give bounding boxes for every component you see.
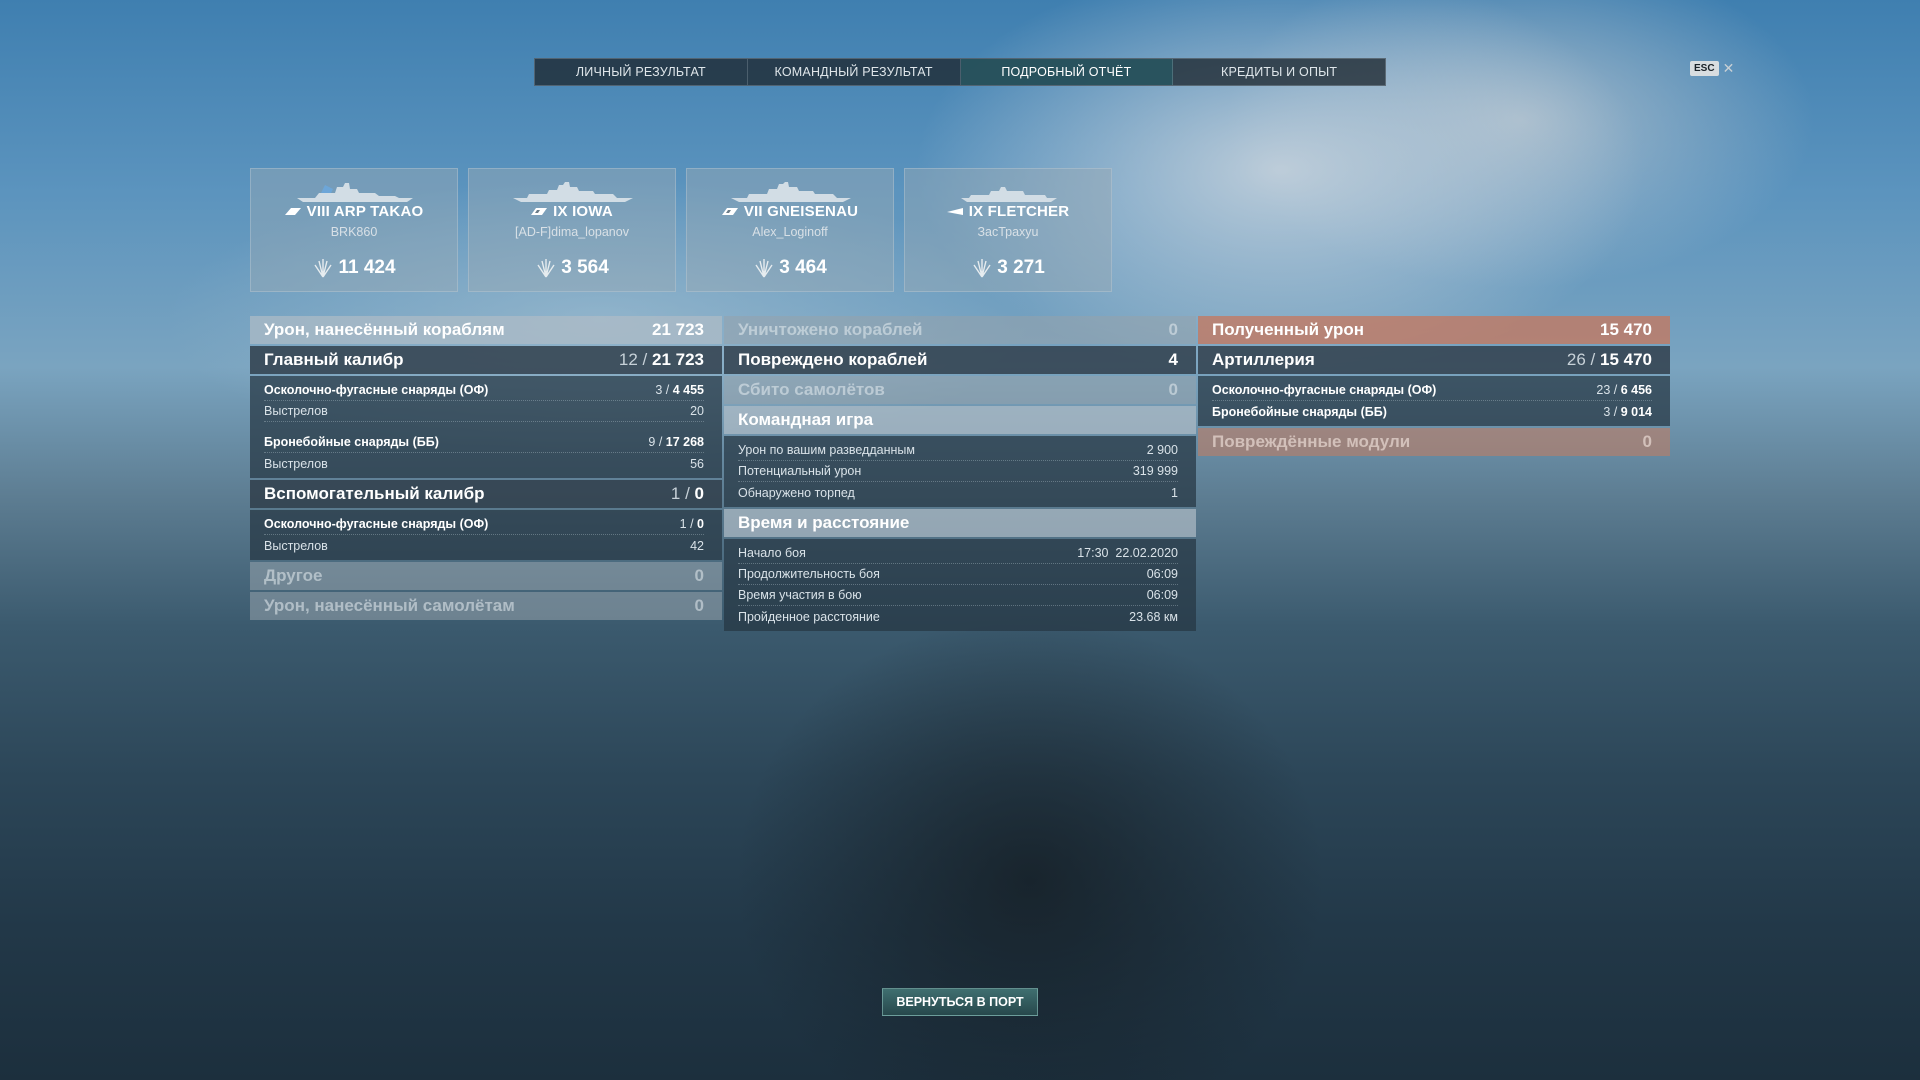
close-icon[interactable]: ✕: [1723, 60, 1735, 77]
torpedoes-spotted-row: Обнаружено торпед 1: [738, 485, 1178, 500]
battle-start-row: Начало боя 17:30 22.02.2020: [738, 543, 1178, 564]
ship-damage: 3 464: [687, 257, 893, 279]
ship-damage: 3 271: [905, 257, 1111, 279]
received-ap-row: Бронебойные снаряды (ББ) 3 / 9 014: [1212, 404, 1652, 419]
destroyed-ships-header: Уничтожено кораблей 0: [724, 316, 1196, 344]
plane-damage-header: Урон, нанесённый самолётам 0: [250, 592, 722, 620]
ship-name: VII GNEISENAU: [687, 203, 893, 220]
battleship-icon: [721, 208, 738, 215]
team-play-header: Командная игра: [724, 406, 1196, 434]
main-he-shots-row: Выстрелов 20: [264, 401, 704, 422]
damage-burst-icon: [755, 259, 773, 278]
cruiser-silhouette-icon: [297, 183, 413, 202]
destroyer-silhouette-icon: [961, 187, 1057, 202]
ship-name: IX IOWA: [469, 203, 675, 220]
ship-damage: 3 564: [469, 257, 675, 279]
report-tabs: ЛИЧНЫЙ РЕЗУЛЬТАТ КОМАНДНЫЙ РЕЗУЛЬТАТ ПОД…: [534, 58, 1386, 86]
tab-personal-result[interactable]: ЛИЧНЫЙ РЕЗУЛЬТАТ: [535, 59, 748, 85]
ship-damage-header: Урон, нанесённый кораблям 21 723: [250, 316, 722, 344]
player-name: ЗасТрахуu: [977, 225, 1039, 239]
received-he-row: Осколочно-фугасные снаряды (ОФ) 23 / 6 4…: [1212, 380, 1652, 401]
tab-detailed-report[interactable]: ПОДРОБНЫЙ ОТЧЁТ: [960, 59, 1174, 85]
damaged-modules-header: Повреждённые модули 0: [1198, 428, 1670, 456]
potential-damage-row: Потенциальный урон 319 999: [738, 461, 1178, 482]
sec-he-shots-row: Выстрелов 42: [264, 538, 704, 553]
main-battery-header: Главный калибр 12 / 21 723: [250, 346, 722, 374]
main-battery-details: Осколочно-фугасные снаряды (ОФ) 3 / 4 45…: [250, 376, 722, 478]
battleship-silhouette-icon: [513, 182, 633, 202]
participation-time-row: Время участия в бою 06:09: [738, 585, 1178, 606]
main-ap-shots-row: Выстрелов 56: [264, 456, 704, 471]
artillery-header: Артиллерия 26 / 15 470: [1198, 346, 1670, 374]
player-name: [AD-F]dima_lopanov: [515, 225, 629, 239]
planes-shot-down-header: Сбито самолётов 0: [724, 376, 1196, 404]
spotting-damage-row: Урон по вашим разведданным 2 900: [738, 440, 1178, 461]
battle-stats-panel: Уничтожено кораблей 0 Повреждено кораблей…: [724, 316, 1196, 633]
other-damage-header: Другое 0: [250, 562, 722, 590]
damage-received-panel: Полученный урон 15 470 Артиллерия 26 / 15…: [1198, 316, 1670, 458]
ship-name: IX FLETCHER: [905, 203, 1111, 220]
distance-row: Пройденное расстояние 23.68 км: [738, 609, 1178, 624]
artillery-details: Осколочно-фугасные снаряды (ОФ) 23 / 6 4…: [1198, 376, 1670, 426]
damaged-ships-row: VIII ARP TAKAO BRK860 11 424 IX IOWA [AD…: [250, 168, 1112, 292]
ship-card[interactable]: VIII ARP TAKAO BRK860 11 424: [250, 168, 458, 292]
damage-burst-icon: [314, 259, 333, 278]
main-ap-row: Бронебойные снаряды (ББ) 9 / 17 268: [264, 432, 704, 453]
damage-burst-icon: [973, 259, 991, 278]
tab-credits-xp[interactable]: КРЕДИТЫ И ОПЫТ: [1173, 59, 1385, 85]
ship-card[interactable]: VII GNEISENAU Alex_Loginoff 3 464: [686, 168, 894, 292]
team-play-details: Урон по вашим разведданным 2 900 Потенциа…: [724, 436, 1196, 507]
ship-card[interactable]: IX IOWA [AD-F]dima_lopanov 3 564: [468, 168, 676, 292]
ship-card[interactable]: IX FLETCHER ЗасТрахуu 3 271: [904, 168, 1112, 292]
sec-he-row: Осколочно-фугасные снаряды (ОФ) 1 / 0: [264, 514, 704, 535]
return-to-port-button[interactable]: ВЕРНУТЬСЯ В ПОРТ: [882, 988, 1038, 1016]
ship-damage: 11 424: [251, 257, 457, 279]
received-damage-header: Полученный урон 15 470: [1198, 316, 1670, 344]
secondary-battery-header: Вспомогательный калибр 1 / 0: [250, 480, 722, 508]
time-distance-header: Время и расстояние: [724, 509, 1196, 537]
destroyer-icon: [946, 208, 963, 215]
player-name: Alex_Loginoff: [752, 225, 828, 239]
damage-burst-icon: [537, 259, 555, 278]
cruiser-icon: [284, 208, 301, 215]
damaged-ships-header: Повреждено кораблей 4: [724, 346, 1196, 374]
main-he-row: Осколочно-фугасные снаряды (ОФ) 3 / 4 45…: [264, 380, 704, 401]
secondary-battery-details: Осколочно-фугасные снаряды (ОФ) 1 / 0 Вы…: [250, 510, 722, 560]
esc-close-button[interactable]: ESC ✕: [1690, 60, 1734, 77]
player-name: BRK860: [330, 225, 378, 239]
time-distance-details: Начало боя 17:30 22.02.2020 Продолжительн…: [724, 539, 1196, 631]
esc-key-badge: ESC: [1690, 61, 1719, 76]
ship-name: VIII ARP TAKAO: [251, 203, 457, 220]
battleship-icon: [531, 208, 548, 215]
battle-duration-row: Продолжительность боя 06:09: [738, 564, 1178, 585]
damage-dealt-panel: Урон, нанесённый кораблям 21 723 Главный …: [250, 316, 722, 622]
battleship-silhouette-icon: [731, 182, 851, 202]
tab-team-result[interactable]: КОМАНДНЫЙ РЕЗУЛЬТАТ: [748, 59, 961, 85]
